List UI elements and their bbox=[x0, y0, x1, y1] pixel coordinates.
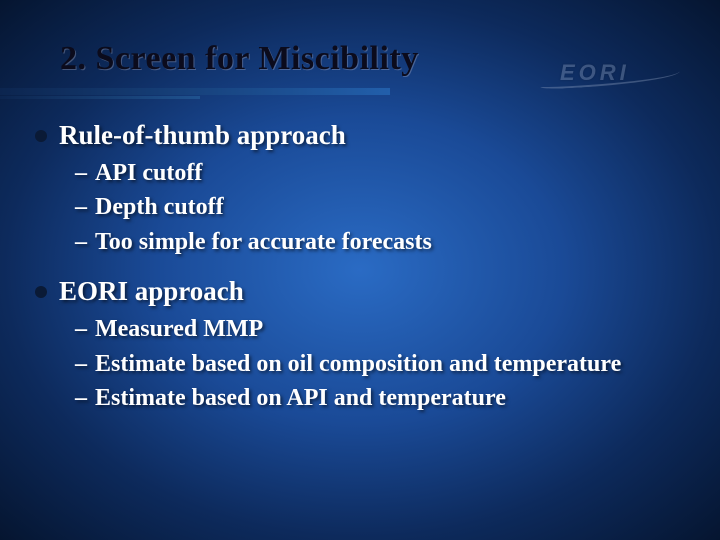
sub-bullet-text: Estimate based on API and temperature bbox=[95, 382, 506, 414]
dash-icon: – bbox=[75, 382, 87, 414]
sub-bullet-text: Depth cutoff bbox=[95, 191, 224, 223]
sub-bullet-text: Too simple for accurate forecasts bbox=[95, 226, 432, 258]
sub-bullet-item: – Measured MMP bbox=[75, 313, 700, 345]
bullet-text: Rule-of-thumb approach bbox=[59, 120, 346, 151]
title-wrap: 2. Screen for Miscibility bbox=[60, 40, 660, 78]
bullet-dot-icon bbox=[35, 286, 47, 298]
dash-icon: – bbox=[75, 348, 87, 380]
dash-icon: – bbox=[75, 191, 87, 223]
slide-body: Rule-of-thumb approach – API cutoff – De… bbox=[35, 120, 700, 432]
dash-icon: – bbox=[75, 157, 87, 189]
sub-bullet-item: – Estimate based on API and temperature bbox=[75, 382, 700, 414]
bullet-item: Rule-of-thumb approach bbox=[35, 120, 700, 151]
bullet-text: EORI approach bbox=[59, 276, 244, 307]
sub-bullet-text: API cutoff bbox=[95, 157, 202, 189]
dash-icon: – bbox=[75, 226, 87, 258]
title-underline bbox=[0, 88, 720, 100]
sub-list: – API cutoff – Depth cutoff – Too simple… bbox=[75, 157, 700, 258]
sub-bullet-item: – Depth cutoff bbox=[75, 191, 700, 223]
sub-bullet-text: Estimate based on oil composition and te… bbox=[95, 348, 621, 380]
bullet-item: EORI approach bbox=[35, 276, 700, 307]
sub-list: – Measured MMP – Estimate based on oil c… bbox=[75, 313, 700, 414]
sub-bullet-item: – Estimate based on oil composition and … bbox=[75, 348, 700, 380]
sub-bullet-item: – API cutoff bbox=[75, 157, 700, 189]
sub-bullet-item: – Too simple for accurate forecasts bbox=[75, 226, 700, 258]
dash-icon: – bbox=[75, 313, 87, 345]
bullet-dot-icon bbox=[35, 130, 47, 142]
sub-bullet-text: Measured MMP bbox=[95, 313, 263, 345]
slide-title: 2. Screen for Miscibility bbox=[60, 40, 660, 78]
